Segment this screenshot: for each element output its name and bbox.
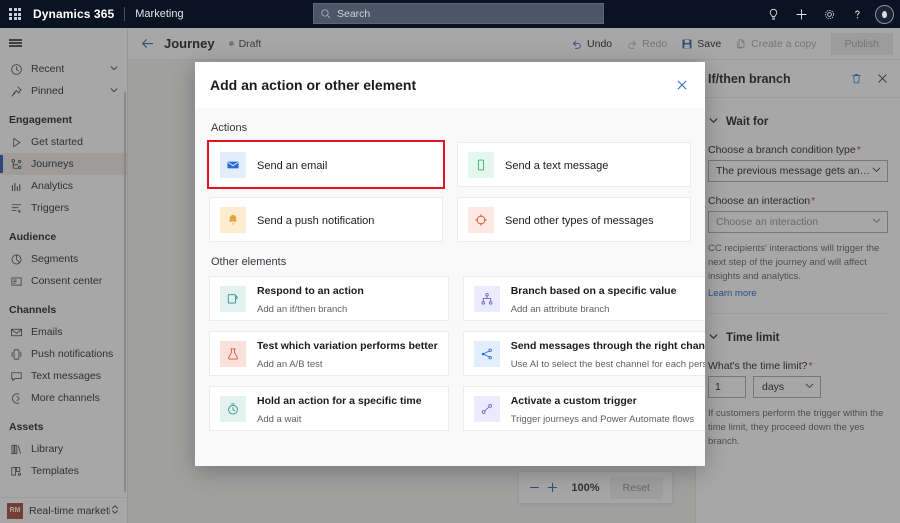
dialog-body: Actions Send an email Send a text messag… xyxy=(195,108,705,466)
waffle-icon xyxy=(9,8,21,20)
app-root: Dynamics 365 Marketing Search Recent Pin… xyxy=(0,0,900,523)
card-text: Send a push notification xyxy=(257,211,374,229)
custom-trigger-icon-tile xyxy=(473,395,500,422)
if-then-icon-tile xyxy=(220,285,246,312)
channel-optimization-icon-tile xyxy=(473,340,500,367)
card-text: Hold an action for a specific time Add a… xyxy=(257,391,438,427)
section-label-actions: Actions xyxy=(211,122,248,134)
avatar[interactable] xyxy=(875,4,894,24)
card-text: Activate a custom trigger Trigger journe… xyxy=(511,391,705,427)
dialog-header: Add an action or other element xyxy=(195,62,705,108)
custom-channel-icon-tile xyxy=(468,206,494,233)
lightbulb-icon[interactable] xyxy=(760,1,786,27)
phone-icon-tile xyxy=(468,151,494,178)
card-send-messages-through-the-right-channel[interactable]: Send messages through the right channel … xyxy=(462,331,705,376)
card-text: Test which variation performs better Add… xyxy=(257,336,438,372)
bell-icon xyxy=(228,214,238,225)
top-nav-actions xyxy=(760,0,894,28)
search-input[interactable]: Search xyxy=(313,3,604,24)
card-subtitle: Trigger journeys and Power Automate flow… xyxy=(510,413,695,425)
card-title: Hold an action for a specific time xyxy=(257,394,422,407)
top-navigation-bar: Dynamics 365 Marketing Search xyxy=(0,0,900,28)
card-send-other-types-of-messages[interactable]: Send other types of messages xyxy=(457,197,691,242)
card-title: Respond to an action xyxy=(257,284,364,297)
card-title: Send a text message xyxy=(505,159,609,172)
dialog-title: Add an action or other element xyxy=(210,77,417,93)
card-subtitle: Add an attribute branch xyxy=(510,303,610,315)
custom-trigger-icon xyxy=(481,403,492,414)
dialog-close-button[interactable] xyxy=(669,72,695,98)
card-title: Activate a custom trigger xyxy=(510,394,637,407)
card-text: Send other types of messages xyxy=(505,211,654,229)
card-test-which-variation-performs-better[interactable]: Test which variation performs better Add… xyxy=(209,331,449,376)
card-title: Send a push notification xyxy=(257,214,375,227)
card-activate-a-custom-trigger[interactable]: Activate a custom trigger Trigger journe… xyxy=(462,386,705,431)
actions-card-grid: Send an email Send a text message Send a… xyxy=(207,140,691,242)
card-title: Send an email xyxy=(257,159,328,172)
card-text: Send messages through the right channel … xyxy=(511,336,705,372)
gear-icon[interactable] xyxy=(816,1,842,27)
card-text: Respond to an action Add an if/then bran… xyxy=(257,281,438,317)
if-then-icon xyxy=(227,293,238,303)
card-title: Send messages through the right channel xyxy=(510,339,705,352)
card-subtitle: Add a wait xyxy=(257,413,302,425)
attribute-branch-icon-tile xyxy=(473,285,500,312)
card-title: Test which variation performs better xyxy=(257,339,438,352)
ab-test-icon xyxy=(228,347,238,360)
ab-test-icon-tile xyxy=(220,340,246,367)
section-label-other-elements: Other elements xyxy=(211,256,287,268)
app-launcher-button[interactable] xyxy=(0,0,30,28)
email-icon-tile xyxy=(220,151,246,178)
email-icon xyxy=(227,161,239,168)
phone-icon xyxy=(477,159,485,170)
attribute-branch-icon xyxy=(481,292,493,305)
card-text: Send a text message xyxy=(505,156,608,174)
other-elements-card-grid: Respond to an action Add an if/then bran… xyxy=(209,276,705,431)
card-subtitle: Use AI to select the best channel for ea… xyxy=(510,358,705,370)
channel-optimization-icon xyxy=(481,348,492,359)
card-branch-based-on-a-specific-value[interactable]: Branch based on a specific value Add an … xyxy=(462,276,705,321)
plus-icon[interactable] xyxy=(788,1,814,27)
search-placeholder: Search xyxy=(337,7,371,20)
help-icon[interactable] xyxy=(844,1,870,27)
card-send-a-text-message[interactable]: Send a text message xyxy=(457,142,691,187)
card-text: Send an email xyxy=(257,156,327,174)
card-title: Branch based on a specific value xyxy=(510,284,677,297)
brand-name: Dynamics 365 xyxy=(33,7,115,21)
close-icon xyxy=(677,80,687,90)
card-subtitle: Add an A/B test xyxy=(257,358,323,370)
wait-icon-tile xyxy=(220,395,246,422)
card-hold-an-action-for-a-specific-time[interactable]: Hold an action for a specific time Add a… xyxy=(209,386,449,431)
brand-divider xyxy=(124,7,126,21)
card-text: Branch based on a specific value Add an … xyxy=(511,281,705,317)
card-send-an-email[interactable]: Send an email xyxy=(207,140,445,189)
card-subtitle: Add an if/then branch xyxy=(257,303,348,315)
wait-icon xyxy=(228,402,238,415)
card-send-a-push-notification[interactable]: Send a push notification xyxy=(209,197,443,242)
add-element-dialog: Add an action or other element Actions S… xyxy=(195,62,705,466)
search-icon xyxy=(321,8,331,18)
bell-icon-tile xyxy=(220,206,246,233)
card-respond-to-an-action[interactable]: Respond to an action Add an if/then bran… xyxy=(209,276,449,321)
app-name: Marketing xyxy=(135,8,184,20)
card-title: Send other types of messages xyxy=(505,214,654,227)
custom-channel-icon xyxy=(475,213,487,226)
